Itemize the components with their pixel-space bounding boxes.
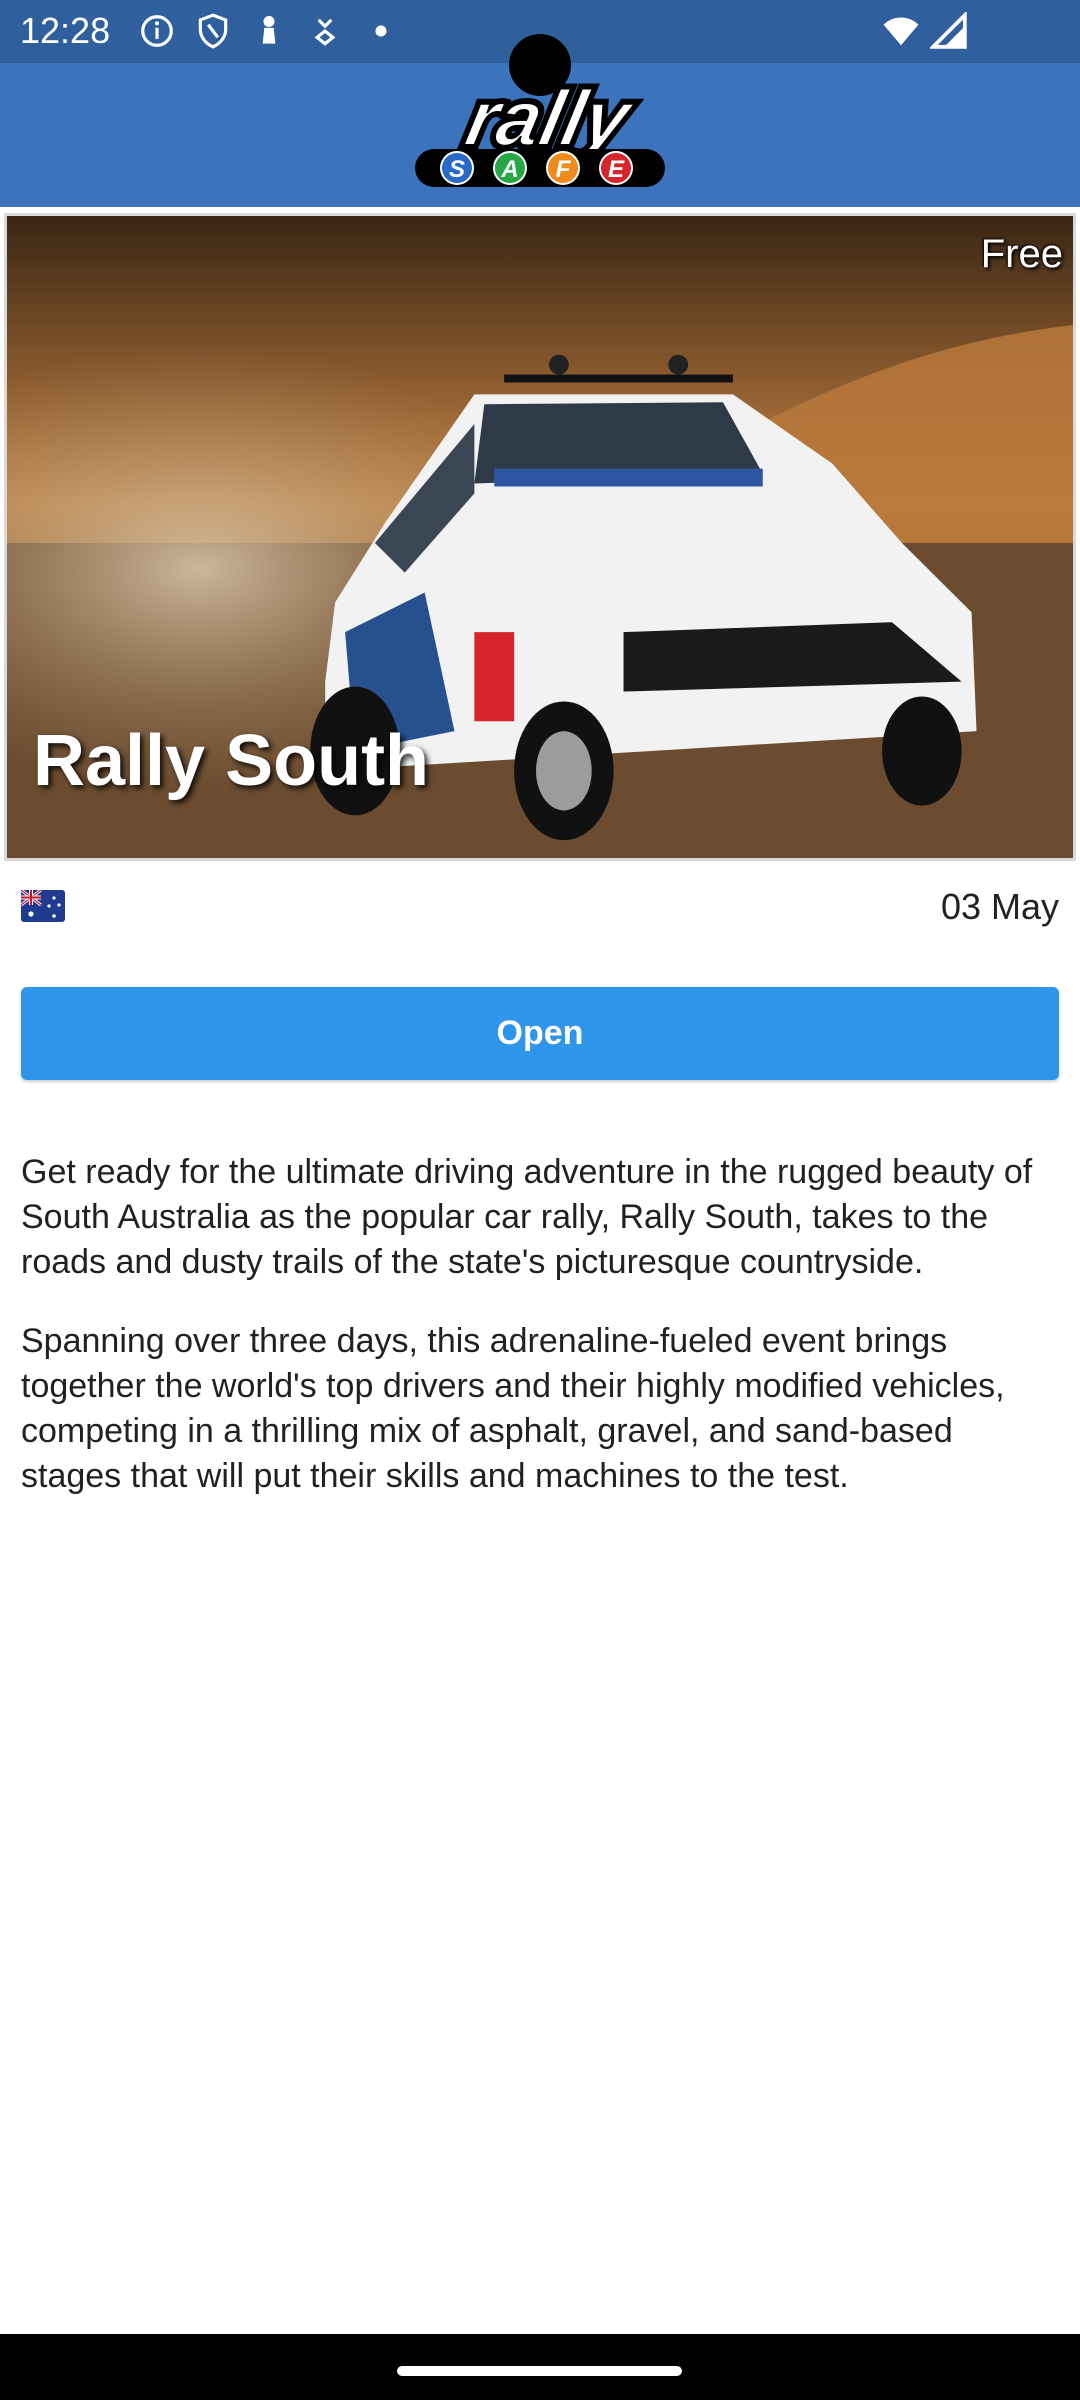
event-hero[interactable]: Free Rally South xyxy=(0,207,1080,867)
hero-image-frame: Free Rally South xyxy=(4,213,1076,861)
event-date: 03 May xyxy=(940,886,1059,927)
chess-pawn-icon xyxy=(262,15,276,44)
camera-cutout xyxy=(509,34,571,96)
home-indicator[interactable] xyxy=(397,2366,682,2376)
signal-icon xyxy=(930,12,967,49)
event-description: Get ready for the ultimate driving adven… xyxy=(21,1150,1061,1533)
status-time: 12:28 xyxy=(20,10,111,51)
status-icons-right xyxy=(882,12,968,50)
wifi-icon xyxy=(883,17,919,46)
system-nav-bar xyxy=(0,2334,1080,2400)
svg-text:S: S xyxy=(449,156,465,183)
open-button[interactable]: Open xyxy=(21,987,1059,1080)
event-title: Rally South xyxy=(33,721,430,801)
download-icon xyxy=(314,18,336,46)
info-icon xyxy=(141,15,173,47)
svg-text:A: A xyxy=(500,156,518,183)
status-icons-left xyxy=(138,12,400,50)
price-badge: Free xyxy=(980,232,1063,276)
dot-icon xyxy=(375,25,387,37)
shield-icon xyxy=(198,13,228,49)
svg-text:F: F xyxy=(556,156,572,183)
description-paragraph: Get ready for the ultimate driving adven… xyxy=(21,1153,1033,1281)
australia-flag-icon xyxy=(21,890,65,922)
svg-text:E: E xyxy=(608,156,625,183)
event-info-row: 03 May xyxy=(21,880,1059,936)
description-paragraph: Spanning over three days, this adrenalin… xyxy=(21,1322,1005,1495)
